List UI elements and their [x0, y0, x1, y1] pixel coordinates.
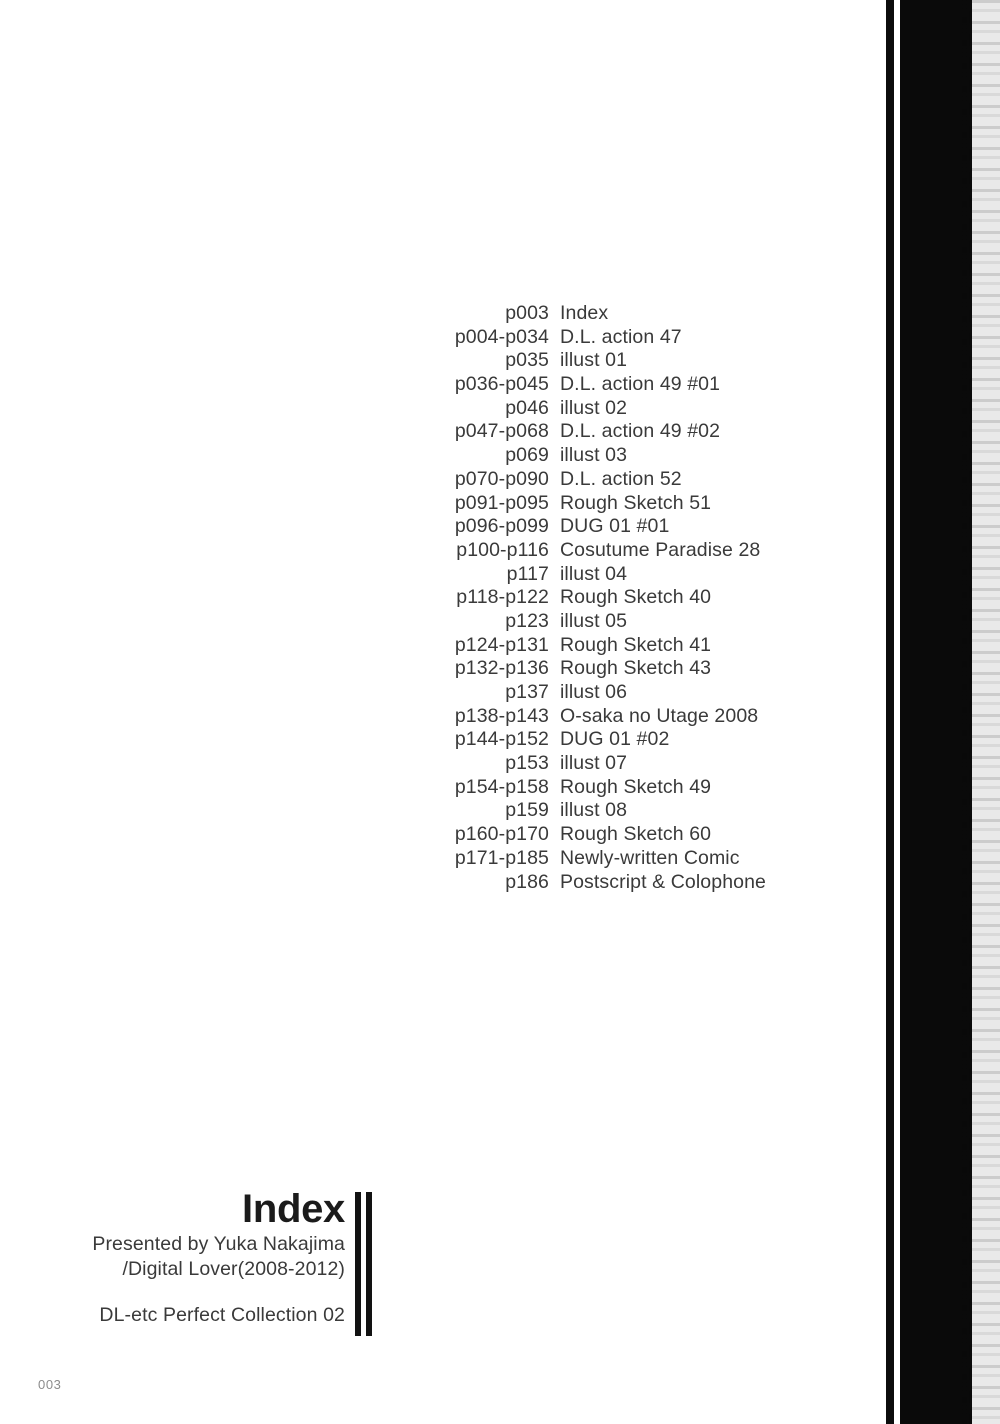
title-rule-group	[355, 1192, 375, 1336]
index-row-title: D.L. action 49 #01	[560, 373, 721, 396]
credit-line-author: Presented by Yuka Nakajima	[92, 1233, 345, 1255]
index-row-pages: p091-p095	[454, 491, 549, 514]
index-row: p070-p090 D.L. action 52	[0, 468, 860, 492]
page-folio: 003	[38, 1377, 62, 1392]
index-row-title: illust 02	[560, 396, 628, 419]
index-row: p160-p170 Rough Sketch 60	[0, 823, 860, 847]
index-row-title: D.L. action 52	[560, 467, 682, 490]
title-rule-right	[366, 1192, 372, 1336]
index-row-title: illust 05	[560, 609, 628, 632]
index-row-title: Rough Sketch 43	[560, 657, 712, 680]
index-row: p171-p185 Newly-written Comic	[0, 847, 860, 871]
index-row-pages: p153	[505, 752, 549, 775]
index-row: p035 illust 01	[0, 349, 860, 373]
index-row: p153 illust 07	[0, 752, 860, 776]
index-row: p047-p068 D.L. action 49 #02	[0, 420, 860, 444]
index-row-pages: p137	[505, 681, 549, 703]
index-row: p124-p131 Rough Sketch 41	[0, 634, 860, 658]
page-title: Index	[242, 1187, 345, 1231]
index-row: p100-p116 Cosutume Paradise 28	[0, 539, 860, 563]
collection-label: DL-etc Perfect Collection 02	[99, 1304, 345, 1326]
gutter-rule	[886, 0, 894, 1424]
index-row: p159 illust 08	[0, 799, 860, 823]
index-row-pages: p159	[505, 799, 549, 822]
title-rule-left	[355, 1192, 361, 1336]
index-row: p004-p034 D.L. action 47	[0, 326, 860, 350]
page-canvas: p003 Index p004-p034 D.L. action 47 p035 illu…	[0, 0, 1000, 1424]
index-row-title: illust 08	[560, 799, 628, 822]
index-row-title: illust 03	[560, 444, 628, 467]
index-row-title: O-saka no Utage 2008	[560, 704, 759, 727]
scan-edge-paper-grain	[972, 0, 1000, 1424]
index-row-pages: p160-p170	[454, 823, 549, 846]
index-row: p123 illust 05	[0, 610, 860, 634]
index-row: p036-p045 D.L. action 49 #01	[0, 373, 860, 397]
index-row-title: Rough Sketch 49	[560, 775, 712, 798]
index-row-pages: p004-p034	[454, 325, 549, 348]
index-row: p132-p136 Rough Sketch 43	[0, 657, 860, 681]
index-row-title: Newly-written Comic	[560, 846, 740, 869]
index-row-pages: p100-p116	[456, 538, 549, 561]
credit-line-circle: /Digital Lover(2008-2012)	[122, 1258, 345, 1280]
index-row-pages: p186	[505, 870, 549, 893]
index-row-pages: p070-p090	[454, 467, 549, 490]
index-row-title: illust 06	[560, 681, 628, 703]
index-row: p046 illust 02	[0, 397, 860, 421]
index-row-title: D.L. action 49 #02	[560, 420, 721, 443]
index-row-title: illust 01	[560, 349, 628, 372]
index-row: p118-p122 Rough Sketch 40	[0, 586, 860, 610]
index-table: p003 Index p004-p034 D.L. action 47 p035 illu…	[0, 302, 860, 894]
index-row-title: Postscript & Colophone	[560, 870, 766, 893]
index-row-title: Rough Sketch 41	[560, 633, 712, 656]
index-row-pages: p117	[506, 562, 549, 585]
index-row-title: Rough Sketch 40	[560, 586, 712, 609]
index-row-title: illust 04	[560, 562, 628, 585]
index-row-title: DUG 01 #01	[560, 515, 670, 538]
index-row-pages: p003	[505, 302, 549, 324]
index-row: p138-p143 O-saka no Utage 2008	[0, 705, 860, 729]
index-row-pages: p046	[505, 396, 549, 419]
index-row: p186 Postscript & Colophone	[0, 871, 860, 895]
index-row-pages: p069	[505, 444, 549, 467]
index-row-pages: p144-p152	[454, 728, 549, 751]
index-row-title: DUG 01 #02	[560, 728, 670, 751]
index-row-pages: p138-p143	[454, 704, 549, 727]
index-row: p154-p158 Rough Sketch 49	[0, 776, 860, 800]
index-row: p003 Index	[0, 302, 860, 326]
index-row-title: D.L. action 47	[560, 325, 682, 348]
index-row-title: Cosutume Paradise 28	[560, 538, 761, 561]
index-row-pages: p035	[505, 349, 549, 372]
index-row-title: illust 07	[560, 752, 628, 775]
index-row-pages: p171-p185	[454, 846, 549, 869]
index-row-pages: p096-p099	[454, 515, 549, 538]
index-row-pages: p132-p136	[454, 657, 549, 680]
index-row-pages: p036-p045	[454, 373, 549, 396]
index-row: p091-p095 Rough Sketch 51	[0, 492, 860, 516]
index-row: p096-p099 DUG 01 #01	[0, 515, 860, 539]
index-row: p117 illust 04	[0, 563, 860, 587]
index-row-title: Rough Sketch 60	[560, 823, 712, 846]
title-block: Index Presented by Yuka Nakajima /Digita…	[40, 1186, 345, 1327]
index-row-pages: p123	[505, 609, 549, 632]
index-row: p144-p152 DUG 01 #02	[0, 728, 860, 752]
index-row-title: Index	[560, 302, 609, 324]
index-row-pages: p118-p122	[456, 586, 549, 609]
index-row-title: Rough Sketch 51	[560, 491, 712, 514]
index-row: p069 illust 03	[0, 444, 860, 468]
index-row: p137 illust 06	[0, 681, 860, 705]
index-row-pages: p124-p131	[454, 633, 549, 656]
index-row-pages: p047-p068	[454, 420, 549, 443]
index-row-pages: p154-p158	[454, 775, 549, 798]
